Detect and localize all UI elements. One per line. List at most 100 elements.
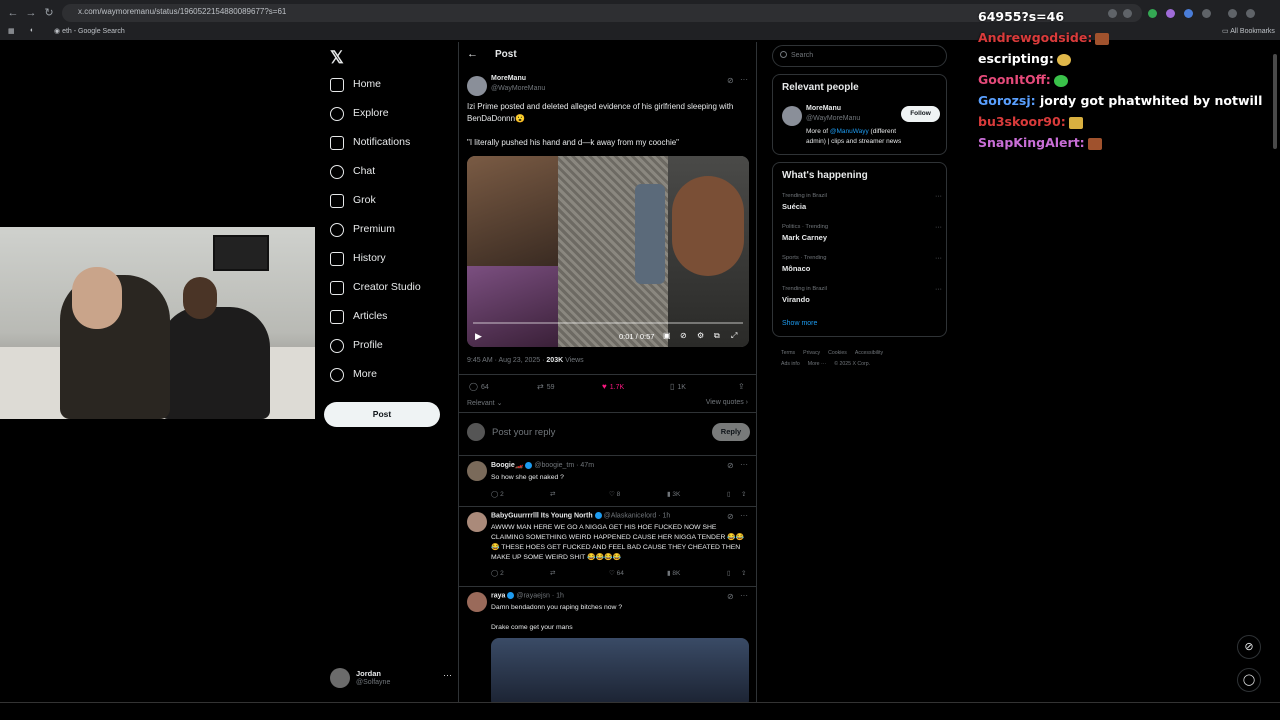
nav-explore[interactable]: Explore (324, 103, 454, 127)
grok-icon[interactable]: ⊘ (1237, 635, 1261, 659)
messages-icon[interactable]: ◯ (1237, 668, 1261, 692)
share-icon[interactable]: ⇪ (741, 490, 746, 498)
star-icon[interactable] (1123, 9, 1132, 18)
views-button[interactable]: ▮ 3K (667, 490, 680, 498)
nav-chat[interactable]: Chat (324, 161, 454, 185)
trend-item[interactable]: Trending in Brazil Suécia ··· (782, 193, 942, 219)
video-progress-bar[interactable] (473, 322, 743, 324)
bookmark-item[interactable]: ◉ eth - Google Search (54, 27, 125, 35)
person-name[interactable]: MoreManu (806, 105, 841, 112)
post-author[interactable]: MoreManu @WayMoreManu ⊘ ··· (467, 74, 752, 98)
pip-icon[interactable]: ⧉ (714, 331, 720, 341)
share-icon[interactable]: ⇪ (741, 569, 746, 577)
extension-icon[interactable] (1148, 9, 1157, 18)
reply-image[interactable] (491, 638, 749, 702)
share-button[interactable]: ⇪ (738, 382, 748, 391)
grok-icon[interactable]: ⊘ (727, 461, 734, 470)
views-button[interactable]: ▮ 8K (667, 569, 680, 577)
footer-link[interactable]: Cookies (828, 350, 847, 356)
reply-author[interactable]: Boogie🏎️ @boogie_tm · 47m (491, 461, 594, 469)
ellipsis-icon[interactable]: ··· (443, 670, 452, 680)
nav-articles[interactable]: Articles (324, 306, 454, 330)
compose-post-button[interactable]: Post (324, 402, 440, 427)
back-arrow-icon[interactable]: ← (467, 48, 478, 60)
person-handle[interactable]: @WayMoreManu (806, 115, 860, 122)
bookmark-icon[interactable]: ▯ (727, 569, 731, 577)
ellipsis-icon[interactable]: ··· (935, 255, 942, 262)
reply-button[interactable]: ◯ 2 (491, 490, 504, 498)
nav-home[interactable]: Home (324, 74, 454, 98)
reply-sort-dropdown[interactable]: Relevant ⌄ (467, 399, 502, 407)
reply-submit-button[interactable]: Reply (712, 423, 750, 441)
nav-creator-studio[interactable]: Creator Studio (324, 277, 454, 301)
footer-link[interactable]: Accessibility (855, 350, 883, 356)
nav-history[interactable]: History (324, 248, 454, 272)
nav-premium[interactable]: Premium (324, 219, 454, 243)
search-input[interactable]: Search (772, 45, 947, 67)
author-handle[interactable]: @WayMoreManu (491, 85, 545, 92)
puzzle-icon[interactable] (1202, 9, 1211, 18)
account-switcher[interactable]: Jordan @Solfayne ··· (330, 666, 458, 692)
x-logo-icon[interactable]: 𝕏 (330, 48, 344, 68)
reply-input[interactable]: Post your reply (492, 427, 555, 438)
bookmark-favicon-icon[interactable]: ◐ (30, 27, 34, 34)
reload-icon[interactable]: ↻ (42, 6, 56, 20)
footer-link[interactable]: Terms (781, 350, 795, 356)
ellipsis-icon[interactable]: ··· (740, 460, 748, 469)
reply-author[interactable]: raya @rayaejsn · 1h (491, 592, 564, 599)
nav-profile[interactable]: Profile (324, 335, 454, 359)
trend-item[interactable]: Trending in Brazil Virando ··· (782, 286, 942, 312)
avatar[interactable] (467, 512, 487, 532)
nav-notifications[interactable]: Notifications (324, 132, 454, 156)
footer-link[interactable]: Privacy (803, 350, 820, 356)
scrollbar-thumb[interactable] (1273, 54, 1277, 149)
profile-icon[interactable] (1246, 9, 1255, 18)
ellipsis-icon[interactable]: ··· (935, 286, 942, 293)
ellipsis-icon[interactable]: ··· (740, 591, 748, 600)
cast-icon[interactable] (1108, 9, 1117, 18)
footer-link[interactable]: Ads info (781, 361, 800, 367)
captions-icon[interactable]: ▣ (663, 331, 671, 340)
grok-icon[interactable]: ⊘ (727, 592, 734, 601)
extension-icon[interactable] (1184, 9, 1193, 18)
all-bookmarks[interactable]: ▭ All Bookmarks (1222, 27, 1275, 35)
author-name[interactable]: MoreManu (491, 75, 526, 82)
reply-item[interactable]: Boogie🏎️ @boogie_tm · 47m ⊘ ··· So how s… (459, 457, 756, 505)
repost-button[interactable]: ⇄ (550, 490, 555, 498)
forward-arrow-icon[interactable]: → (24, 6, 38, 20)
like-button[interactable]: ♡ 64 (609, 569, 624, 577)
play-icon[interactable]: ▶ (475, 331, 482, 342)
bookmark-button[interactable]: ▯ 1K (670, 382, 686, 391)
mute-icon[interactable]: ⊘ (680, 331, 687, 340)
follow-button[interactable]: Follow (901, 106, 940, 122)
avatar[interactable] (467, 592, 487, 612)
grok-icon[interactable]: ⊘ (727, 76, 734, 85)
avatar[interactable] (782, 106, 802, 126)
back-arrow-icon[interactable]: ← (6, 6, 20, 20)
nav-more[interactable]: More (324, 364, 454, 388)
page-scrollbar[interactable] (1272, 42, 1278, 702)
bio-link[interactable]: @ManuWayy (830, 128, 869, 135)
view-quotes-link[interactable]: View quotes › (706, 399, 748, 406)
like-button[interactable]: ♡ 8 (609, 490, 620, 498)
ellipsis-icon[interactable]: ··· (935, 193, 942, 200)
post-video[interactable]: ▶ 0:01 / 0:57 ▣ ⊘ ⚙ ⧉ ⤢ (467, 156, 749, 347)
menu-icon[interactable] (1228, 9, 1237, 18)
trend-item[interactable]: Politics · Trending Mark Carney ··· (782, 224, 942, 250)
ellipsis-icon[interactable]: ··· (740, 511, 748, 520)
show-more-link[interactable]: Show more (782, 320, 817, 327)
trend-item[interactable]: Sports · Trending Mônaco ··· (782, 255, 942, 281)
extension-icon[interactable] (1166, 9, 1175, 18)
footer-link[interactable]: More ··· (808, 361, 826, 367)
ellipsis-icon[interactable]: ··· (935, 224, 942, 231)
like-button[interactable]: ♥ 1.7K (602, 382, 624, 391)
reply-button[interactable]: ◯ 2 (491, 569, 504, 577)
reply-item[interactable]: raya @rayaejsn · 1h ⊘ ··· Damn bendadonn… (459, 588, 756, 702)
grok-icon[interactable]: ⊘ (727, 512, 734, 521)
settings-icon[interactable]: ⚙ (697, 331, 704, 340)
bookmark-icon[interactable]: ▯ (727, 490, 731, 498)
fullscreen-icon[interactable]: ⤢ (731, 331, 737, 341)
repost-button[interactable]: ⇄ 59 (537, 382, 555, 391)
avatar[interactable] (467, 461, 487, 481)
repost-button[interactable]: ⇄ (550, 569, 555, 577)
